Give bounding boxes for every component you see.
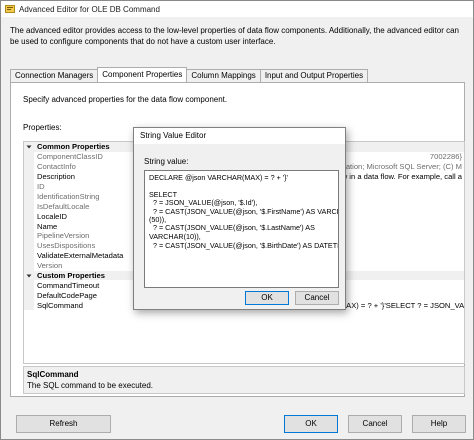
- cancel-button[interactable]: Cancel: [348, 415, 402, 433]
- help-button[interactable]: Help: [412, 415, 466, 433]
- ole-db-command-icon: [5, 4, 15, 14]
- string-value-label: String value:: [144, 157, 189, 166]
- dialog-cancel-button[interactable]: Cancel: [295, 291, 339, 305]
- tab-connection-managers[interactable]: Connection Managers: [10, 69, 99, 82]
- description-text: The SQL command to be executed.: [27, 381, 153, 390]
- editor-description: The advanced editor provides access to t…: [10, 26, 460, 46]
- collapse-icon[interactable]: [24, 142, 34, 152]
- dialog-ok-button[interactable]: OK: [245, 291, 289, 305]
- title-bar: Advanced Editor for OLE DB Command: [1, 1, 473, 17]
- window-title: Advanced Editor for OLE DB Command: [19, 4, 160, 14]
- tab-component-properties[interactable]: Component Properties: [97, 67, 188, 82]
- advanced-editor-window: Advanced Editor for OLE DB Command The a…: [0, 0, 474, 440]
- collapse-icon[interactable]: [24, 270, 34, 281]
- dialog-title: String Value Editor: [134, 128, 345, 144]
- tab-strip: Connection Managers Component Properties…: [10, 67, 369, 82]
- ok-button[interactable]: OK: [284, 415, 338, 433]
- panel-subtitle: Specify advanced properties for the data…: [23, 95, 228, 104]
- string-value-content: DECLARE @json VARCHAR(MAX) = ? + '}' SEL…: [149, 173, 339, 251]
- tab-input-output-properties[interactable]: Input and Output Properties: [259, 69, 369, 82]
- tab-column-mappings[interactable]: Column Mappings: [186, 69, 261, 82]
- properties-label: Properties:: [23, 123, 62, 132]
- refresh-button[interactable]: Refresh: [16, 415, 111, 433]
- string-value-editor-dialog: String Value Editor String value: DECLAR…: [133, 127, 346, 310]
- property-description-box: SqlCommand The SQL command to be execute…: [23, 366, 465, 394]
- string-value-textarea[interactable]: DECLARE @json VARCHAR(MAX) = ? + '}' SEL…: [144, 170, 339, 288]
- description-title: SqlCommand: [27, 370, 79, 379]
